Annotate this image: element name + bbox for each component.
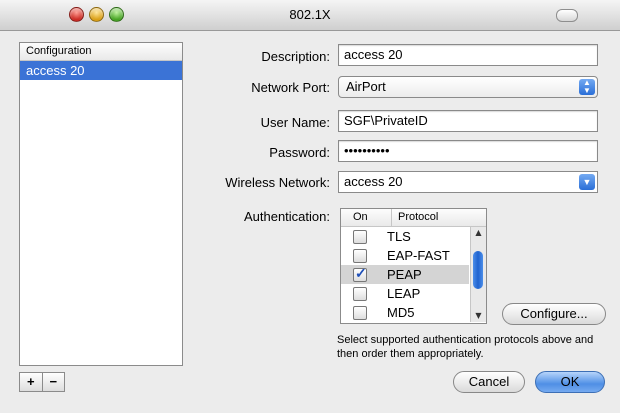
scroll-down-icon[interactable]: ▼	[471, 310, 486, 322]
protocol-row-tls[interactable]: TLS	[341, 227, 469, 246]
protocol-row-eap-fast[interactable]: EAP-FAST	[341, 246, 469, 265]
on-column-header: On	[341, 209, 392, 226]
username-label: User Name:	[260, 115, 330, 130]
protocol-name: EAP-FAST	[387, 248, 450, 263]
dialog-window: 802.1X Configuration access 20 + − Descr…	[0, 0, 620, 413]
description-field[interactable]: access 20	[338, 44, 598, 66]
authentication-table[interactable]: On Protocol TLS EAP-FAST PEAP LEAP MD5 ▲…	[340, 208, 487, 324]
scrollbar-thumb[interactable]	[473, 251, 483, 289]
protocol-row-leap[interactable]: LEAP	[341, 284, 469, 303]
description-label: Description:	[261, 49, 330, 64]
configuration-item[interactable]: access 20	[20, 61, 182, 80]
wireless-network-label: Wireless Network:	[225, 175, 330, 190]
ok-button[interactable]: OK	[535, 371, 605, 393]
configuration-list[interactable]: Configuration access 20	[19, 42, 183, 366]
authentication-scrollbar[interactable]: ▲ ▼	[470, 227, 486, 322]
protocol-name: MD5	[387, 305, 415, 320]
cancel-button[interactable]: Cancel	[453, 371, 525, 393]
window-title: 802.1X	[289, 7, 331, 22]
username-field[interactable]: SGF\PrivateID	[338, 110, 598, 132]
wireless-network-combo[interactable]: access 20 ▼	[338, 171, 598, 193]
leap-checkbox[interactable]	[353, 286, 367, 301]
tls-checkbox[interactable]	[353, 229, 367, 244]
chevron-down-icon[interactable]: ▼	[579, 174, 595, 190]
network-port-popup[interactable]: AirPort ▲ ▼	[338, 76, 598, 98]
eap-fast-checkbox[interactable]	[353, 248, 367, 263]
protocol-row-peap[interactable]: PEAP	[341, 265, 469, 284]
protocol-row-md5[interactable]: MD5	[341, 303, 469, 322]
protocol-name: LEAP	[387, 286, 421, 301]
authentication-hint: Select supported authentication protocol…	[337, 334, 594, 360]
authentication-label: Authentication:	[243, 209, 330, 224]
authentication-table-header: On Protocol	[341, 209, 486, 227]
peap-checkbox[interactable]	[353, 265, 367, 282]
protocol-column-header: Protocol	[398, 211, 439, 223]
scroll-up-icon[interactable]: ▲	[471, 227, 486, 239]
network-port-label: Network Port:	[251, 80, 330, 95]
md5-checkbox[interactable]	[353, 305, 367, 320]
configuration-list-header: Configuration	[20, 43, 182, 61]
remove-configuration-button[interactable]: −	[41, 373, 65, 391]
toolbar-toggle-button[interactable]	[556, 9, 578, 22]
configure-button[interactable]: Configure...	[502, 303, 606, 325]
protocol-name: PEAP	[387, 267, 422, 282]
title-bar: 802.1X	[0, 0, 620, 31]
network-port-value: AirPort	[346, 79, 386, 94]
password-label: Password:	[269, 145, 330, 160]
popup-arrows-icon: ▲ ▼	[579, 79, 595, 95]
protocol-name: TLS	[387, 229, 411, 244]
add-configuration-button[interactable]: +	[20, 373, 42, 391]
password-field[interactable]: ••••••••••	[338, 140, 598, 162]
wireless-network-value: access 20	[344, 174, 403, 189]
add-remove-control: + −	[19, 372, 65, 392]
